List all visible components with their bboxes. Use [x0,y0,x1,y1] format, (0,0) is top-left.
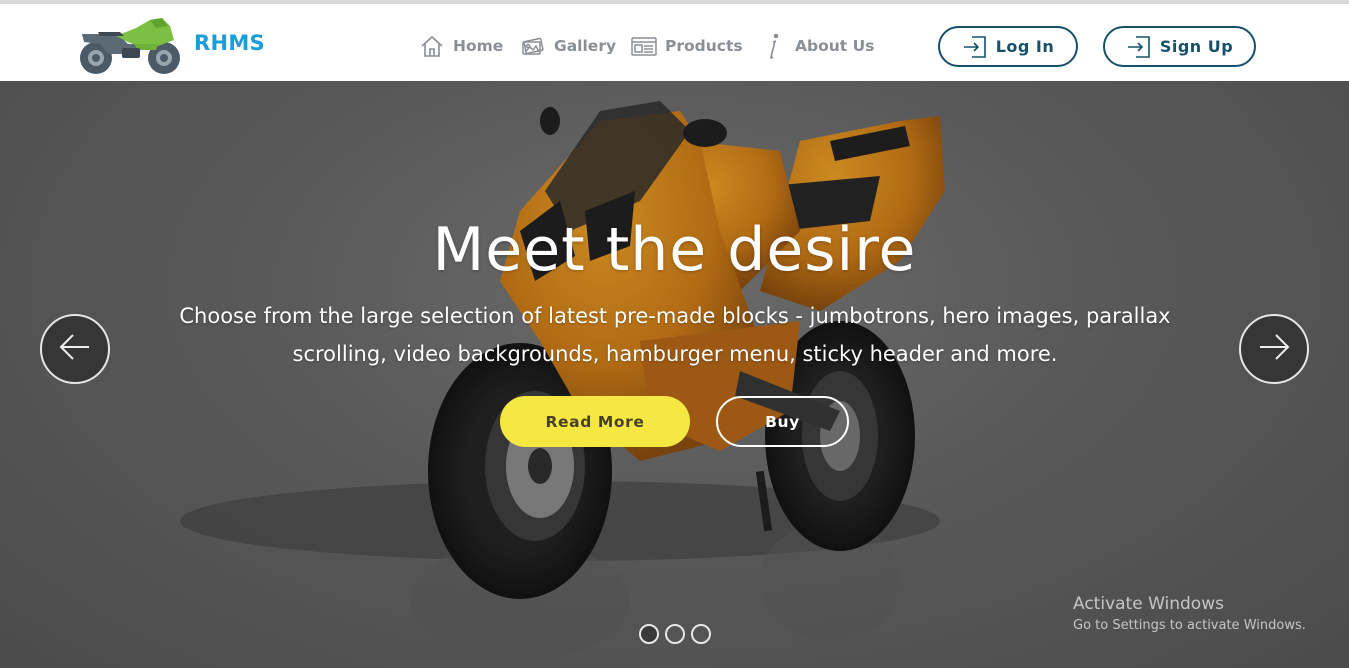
site-header: RHMS Home Gallery Products About Us Log … [0,0,1349,81]
read-more-button[interactable]: Read More [500,396,690,447]
nav-label-products: Products [665,37,743,55]
slide-dot-2[interactable] [665,624,685,644]
motorcycle-logo-icon[interactable] [78,14,184,78]
nav-label-home: Home [453,37,504,55]
hero-title: Meet the desire [432,215,917,285]
prev-slide-button[interactable] [40,314,110,384]
home-icon [418,32,446,60]
slide-dot-1[interactable] [639,624,659,644]
buy-button[interactable]: Buy [716,396,849,447]
hero-subtitle: Choose from the large selection of lates… [179,304,1171,366]
gallery-icon [519,32,547,60]
products-icon [630,32,658,60]
login-icon [962,34,988,60]
watermark-subtitle: Go to Settings to activate Windows. [1073,618,1306,633]
arrow-left-icon [57,329,93,370]
signup-icon [1126,34,1152,60]
slide-dot-3[interactable] [691,624,711,644]
brand-name[interactable]: RHMS [194,31,265,55]
slide-indicators [639,624,711,644]
hero-overlay [0,81,1349,668]
signup-button-label: Sign Up [1159,37,1234,56]
next-slide-button[interactable] [1239,314,1309,384]
nav-item-gallery[interactable]: Gallery [519,28,616,64]
login-button[interactable]: Log In [938,26,1078,67]
login-button-label: Log In [995,37,1055,56]
info-icon [760,32,788,60]
nav-label-gallery: Gallery [554,37,617,55]
nav-item-about-us[interactable]: About Us [760,28,874,64]
signup-button[interactable]: Sign Up [1103,26,1256,67]
nav-label-about-us: About Us [795,37,875,55]
nav-item-products[interactable]: Products [630,28,743,64]
arrow-right-icon [1256,329,1292,370]
hero-slider: Meet the desire Choose from the large se… [0,81,1349,668]
windows-activation-watermark: Activate Windows Go to Settings to activ… [1073,594,1306,633]
watermark-title: Activate Windows [1073,594,1224,614]
nav-item-home[interactable]: Home [418,28,503,64]
